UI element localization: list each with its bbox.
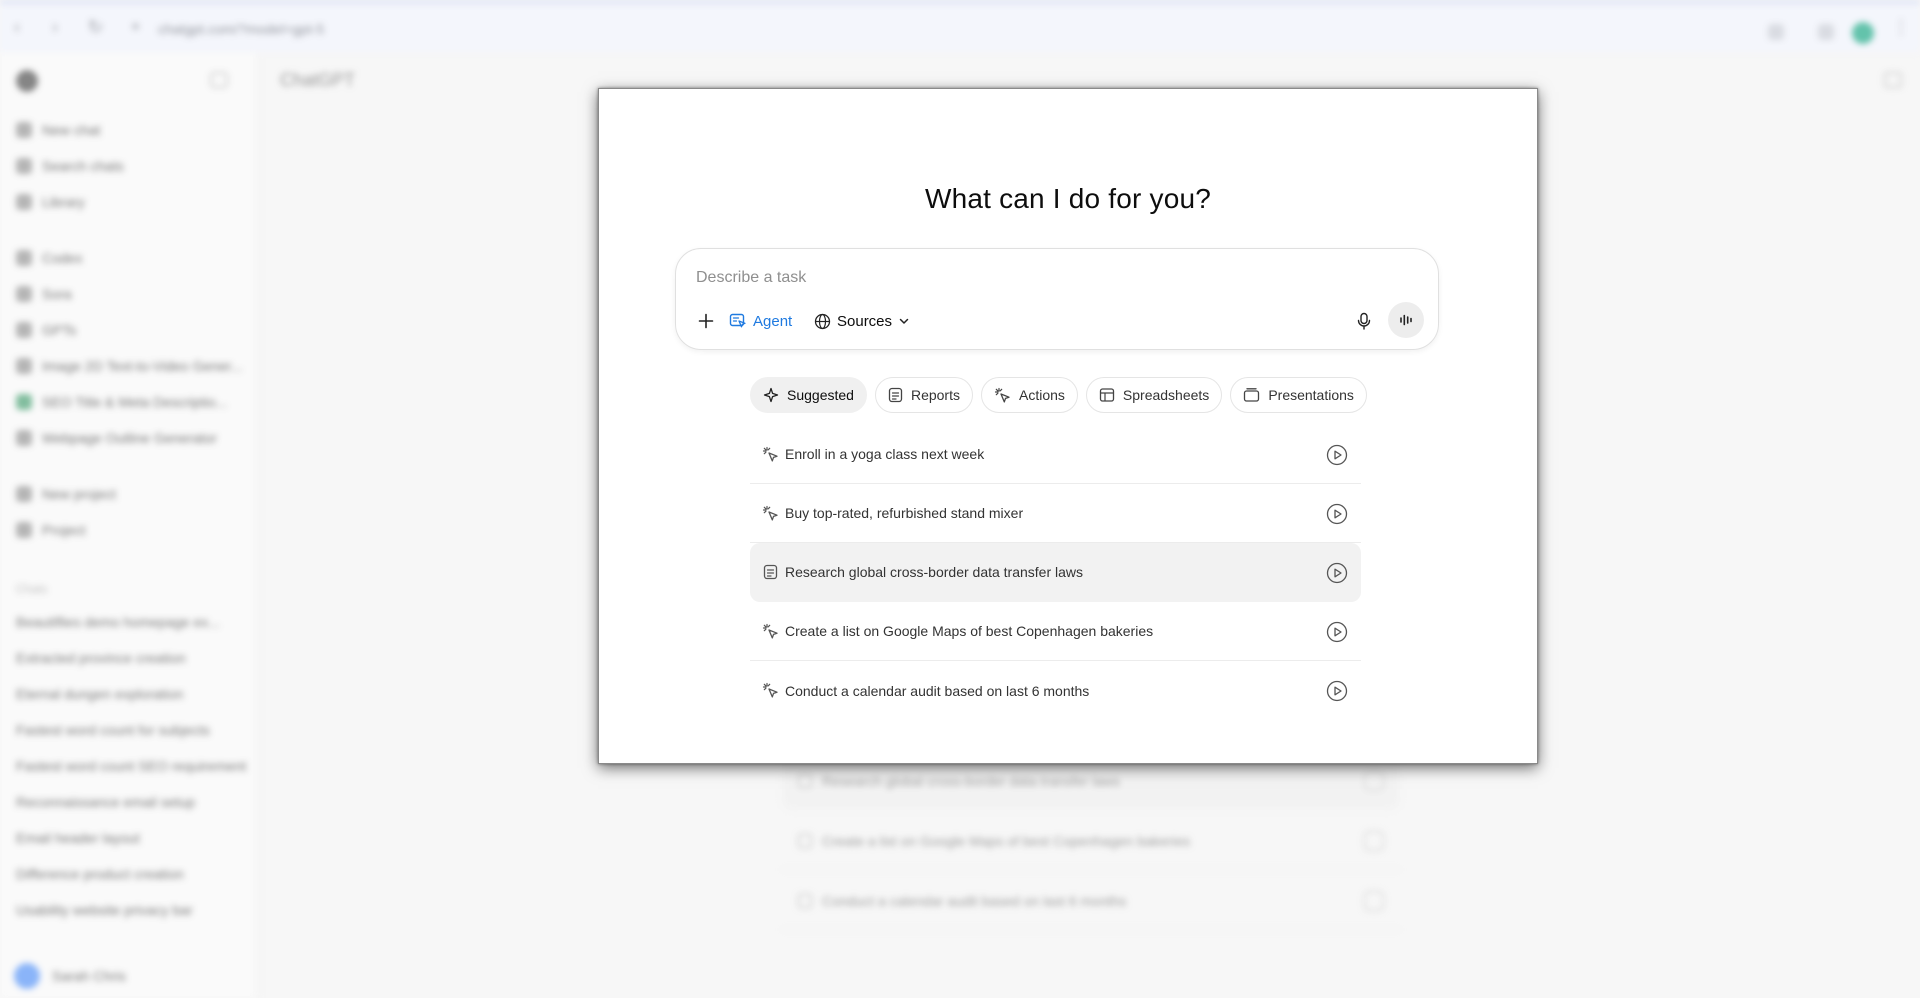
suggestion-row[interactable]: Buy top-rated, refurbished stand mixer [750,484,1361,543]
tab-actions[interactable]: Actions [980,377,1078,413]
suggestion-text: Enroll in a yoga class next week [785,446,985,462]
microphone-icon [1357,312,1371,330]
slides-icon [1244,388,1260,402]
agent-label: Agent [753,312,793,330]
tab-suggested[interactable]: Suggested [750,377,867,413]
suggestion-tabs: Suggested Reports Actions Spreadsheets P… [750,377,1367,413]
play-circle-icon[interactable] [1326,444,1348,466]
tab-reports[interactable]: Reports [874,377,973,413]
suggestion-row[interactable]: Research global cross-border data transf… [750,543,1361,602]
suggestion-row[interactable]: Conduct a calendar audit based on last 6… [750,661,1361,720]
tab-label: Spreadsheets [1122,387,1210,403]
tab-label: Actions [1018,387,1065,403]
document-icon [888,387,903,403]
document-icon [761,563,779,581]
sources-dropdown[interactable]: Sources [814,307,910,335]
tab-label: Suggested [787,387,854,403]
suggestion-row[interactable]: Create a list on Google Maps of best Cop… [750,602,1361,661]
agent-icon [729,313,746,328]
cursor-sparkle-icon [761,445,779,463]
sparkle-icon [763,387,779,403]
play-circle-icon[interactable] [1326,621,1348,643]
task-composer: Agent Sources [675,248,1439,350]
suggestion-list: Enroll in a yoga class next week Buy top… [750,425,1361,720]
suggestion-text: Create a list on Google Maps of best Cop… [785,623,1154,639]
play-circle-icon[interactable] [1326,562,1348,584]
cursor-sparkle-icon [994,387,1010,403]
task-input[interactable] [696,265,1336,291]
sources-label: Sources [837,312,893,330]
chevron-down-icon [899,318,909,324]
waveform-icon [1400,314,1412,326]
globe-icon [814,313,831,329]
dialog-heading: What can I do for you? [924,183,1212,214]
plus-icon [698,313,714,329]
suggestion-text: Buy top-rated, refurbished stand mixer [785,505,1024,521]
cursor-sparkle-icon [761,682,779,700]
tab-label: Presentations [1268,387,1354,403]
suggestion-row[interactable]: Enroll in a yoga class next week [750,425,1361,484]
tab-presentations[interactable]: Presentations [1230,377,1367,413]
play-circle-icon[interactable] [1326,503,1348,525]
table-icon [1099,388,1115,402]
suggestion-text: Research global cross-border data transf… [785,564,1084,580]
cursor-sparkle-icon [761,622,779,640]
voice-mode-button[interactable] [1388,302,1424,338]
dictate-button[interactable] [1352,307,1376,335]
cursor-sparkle-icon [761,504,779,522]
tab-spreadsheets[interactable]: Spreadsheets [1085,377,1223,413]
tab-label: Reports [910,387,960,403]
add-attachment-button[interactable] [694,307,718,335]
agent-task-dialog: What can I do for you? Agent Sources [598,88,1538,764]
suggestion-text: Conduct a calendar audit based on last 6… [785,682,1090,699]
play-circle-icon[interactable] [1326,680,1348,702]
agent-mode-button[interactable]: Agent [729,307,792,335]
